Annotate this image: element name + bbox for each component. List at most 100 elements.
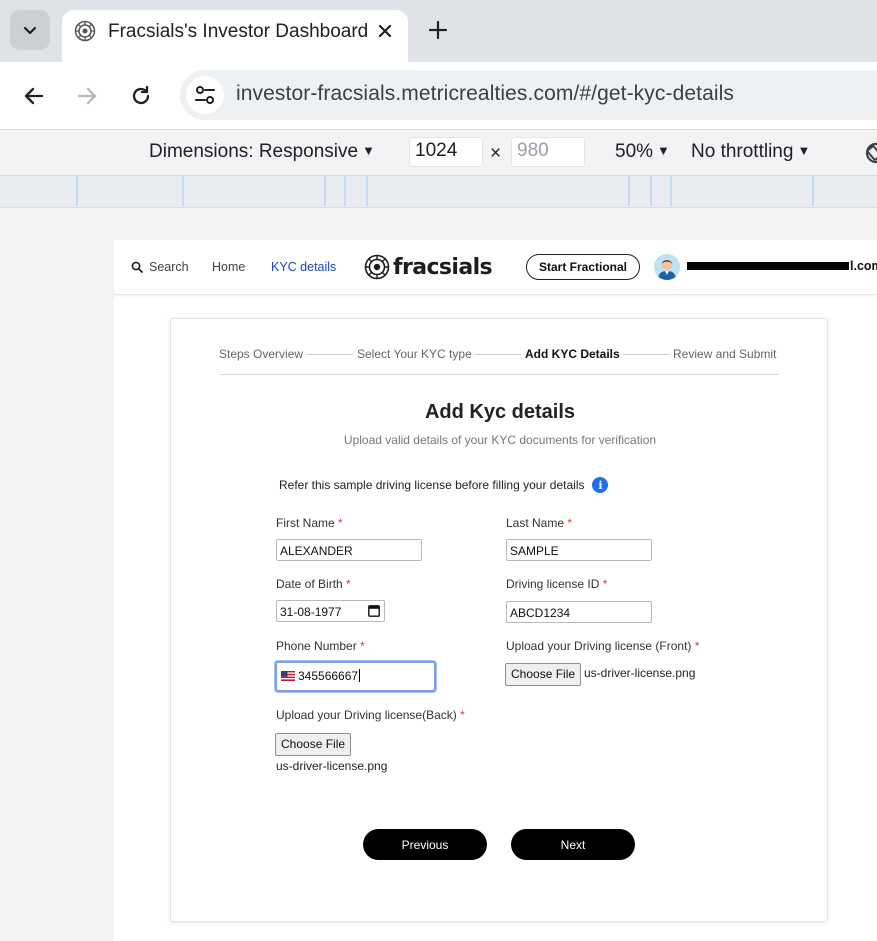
tab-search-button[interactable] bbox=[10, 10, 50, 50]
driving-license-id-input[interactable]: ABCD1234 bbox=[506, 601, 652, 623]
form-title: Add Kyc details bbox=[424, 401, 576, 423]
search-icon bbox=[131, 261, 143, 273]
media-query-marker bbox=[366, 176, 368, 206]
forward-button[interactable] bbox=[71, 80, 103, 112]
required-mark: * bbox=[346, 577, 351, 591]
next-button[interactable]: Next bbox=[511, 829, 635, 860]
phone-number-input[interactable]: 345566667 bbox=[275, 661, 436, 692]
throttling-label: No throttling bbox=[691, 141, 794, 162]
avatar[interactable] bbox=[654, 254, 680, 280]
upload-back-label: Upload your Driving license(Back) * bbox=[276, 708, 465, 722]
first-name-input[interactable]: ALEXANDER bbox=[276, 539, 422, 561]
fracsials-favicon-icon bbox=[74, 20, 96, 42]
site-info-button[interactable] bbox=[186, 76, 224, 114]
rotate-icon[interactable] bbox=[860, 138, 877, 168]
upload-front-label: Upload your Driving license (Front) * bbox=[506, 639, 699, 653]
nav-home-link[interactable]: Home bbox=[212, 260, 245, 274]
fracsials-logo-icon bbox=[364, 254, 390, 280]
first-name-label-text: First Name bbox=[276, 516, 335, 530]
back-button[interactable] bbox=[18, 80, 50, 112]
choose-file-front-button[interactable]: Choose File bbox=[505, 663, 582, 686]
step-steps-overview: Steps Overview bbox=[219, 347, 304, 361]
email-suffix: l.com bbox=[850, 259, 877, 273]
front-file-name: us-driver-license.png bbox=[584, 666, 696, 680]
caret-down-icon: ▼ bbox=[657, 143, 670, 158]
redacted-email-bar bbox=[687, 262, 849, 270]
upload-back-label-text: Upload your Driving license(Back) bbox=[276, 708, 457, 722]
media-query-marker bbox=[670, 176, 672, 206]
form-subtitle: Upload valid details of your KYC documen… bbox=[343, 433, 657, 447]
address-bar[interactable]: investor-fracsials.metricrealties.com/#/… bbox=[180, 70, 877, 120]
step-connector bbox=[307, 354, 353, 355]
user-avatar-icon bbox=[654, 254, 680, 280]
new-tab-button[interactable] bbox=[424, 16, 452, 44]
sample-license-note: Refer this sample driving license before… bbox=[279, 477, 609, 493]
required-mark: * bbox=[360, 639, 365, 653]
zoom-dropdown[interactable]: 50% ▼ bbox=[615, 141, 670, 163]
fracsials-logo[interactable]: fracsials bbox=[364, 252, 493, 282]
step-review-and-submit: Review and Submit bbox=[673, 347, 777, 361]
reload-icon bbox=[132, 85, 150, 105]
dob-label: Date of Birth * bbox=[276, 577, 351, 591]
stepper: Steps Overview Select Your KYC type Add … bbox=[219, 345, 779, 375]
last-name-input[interactable]: SAMPLE bbox=[506, 539, 652, 561]
tune-icon bbox=[195, 86, 215, 104]
phone-label-text: Phone Number bbox=[276, 639, 357, 653]
close-icon bbox=[378, 24, 392, 38]
last-name-label-text: Last Name bbox=[506, 516, 565, 530]
device-toolbar: Dimensions: Responsive ▼ 1024 × 980 50% ▼ … bbox=[0, 130, 877, 176]
browser-toolbar: investor-fracsials.metricrealties.com/#/… bbox=[0, 62, 877, 130]
width-input[interactable]: 1024 bbox=[409, 137, 483, 167]
info-icon[interactable]: i bbox=[592, 477, 609, 493]
tab-title: Fracsials's Investor Dashboard bbox=[108, 21, 369, 42]
media-query-ruler[interactable] bbox=[0, 176, 877, 208]
us-flag-icon[interactable] bbox=[281, 671, 295, 681]
media-query-marker bbox=[76, 176, 78, 206]
step-connector bbox=[475, 354, 521, 355]
search-label: Search bbox=[149, 260, 189, 274]
dob-label-text: Date of Birth bbox=[276, 577, 343, 591]
throttling-dropdown[interactable]: No throttling ▼ bbox=[691, 141, 810, 163]
required-mark: * bbox=[567, 516, 573, 530]
times-symbol: × bbox=[490, 143, 502, 164]
media-query-marker bbox=[650, 176, 652, 206]
tab-close-button[interactable] bbox=[372, 18, 398, 44]
media-query-marker bbox=[324, 176, 326, 206]
caret-down-icon: ▼ bbox=[362, 143, 375, 158]
kyc-form-card: Steps Overview Select Your KYC type Add … bbox=[170, 318, 828, 922]
choose-file-back-button[interactable]: Choose File bbox=[275, 733, 352, 756]
arrow-left-icon bbox=[24, 87, 44, 105]
phone-value: 345566667 bbox=[298, 669, 359, 683]
user-email[interactable]: l.com bbox=[687, 259, 877, 273]
back-file-name: us-driver-license.png bbox=[276, 759, 388, 773]
driving-license-id-label: Driving license ID * bbox=[506, 577, 607, 591]
calendar-icon[interactable] bbox=[368, 604, 380, 617]
dimensions-dropdown[interactable]: Dimensions: Responsive ▼ bbox=[149, 141, 375, 163]
media-query-marker bbox=[628, 176, 630, 206]
required-mark: * bbox=[338, 516, 343, 530]
logo-text: fracsials bbox=[393, 254, 493, 280]
nav-kyc-details-link[interactable]: KYC details bbox=[271, 260, 336, 274]
height-input[interactable]: 980 bbox=[511, 137, 585, 167]
previous-button[interactable]: Previous bbox=[363, 829, 487, 860]
chevron-down-icon bbox=[23, 26, 37, 35]
tab-strip: Fracsials's Investor Dashboard bbox=[0, 0, 877, 62]
required-mark: * bbox=[602, 577, 608, 591]
search-link[interactable]: Search bbox=[131, 260, 189, 274]
first-name-label: First Name * bbox=[276, 516, 343, 530]
last-name-label: Last Name * bbox=[506, 516, 572, 530]
sample-note-text: Refer this sample driving license before… bbox=[279, 478, 585, 492]
dimensions-label: Dimensions: Responsive bbox=[149, 141, 359, 162]
browser-tab[interactable]: Fracsials's Investor Dashboard bbox=[62, 10, 408, 62]
dob-value: 31-08-1977 bbox=[280, 605, 342, 619]
upload-front-label-text: Upload your Driving license (Front) bbox=[506, 639, 692, 653]
arrow-right-icon bbox=[77, 87, 97, 105]
date-of-birth-input[interactable]: 31-08-1977 bbox=[276, 600, 385, 622]
text-cursor bbox=[359, 669, 361, 682]
required-mark: * bbox=[694, 639, 700, 653]
dl-id-label-text: Driving license ID bbox=[506, 577, 600, 591]
url-text[interactable]: investor-fracsials.metricrealties.com/#/… bbox=[236, 82, 734, 106]
reload-button[interactable] bbox=[125, 80, 157, 112]
media-query-marker bbox=[182, 176, 184, 206]
start-fractional-button[interactable]: Start Fractional bbox=[526, 254, 640, 280]
